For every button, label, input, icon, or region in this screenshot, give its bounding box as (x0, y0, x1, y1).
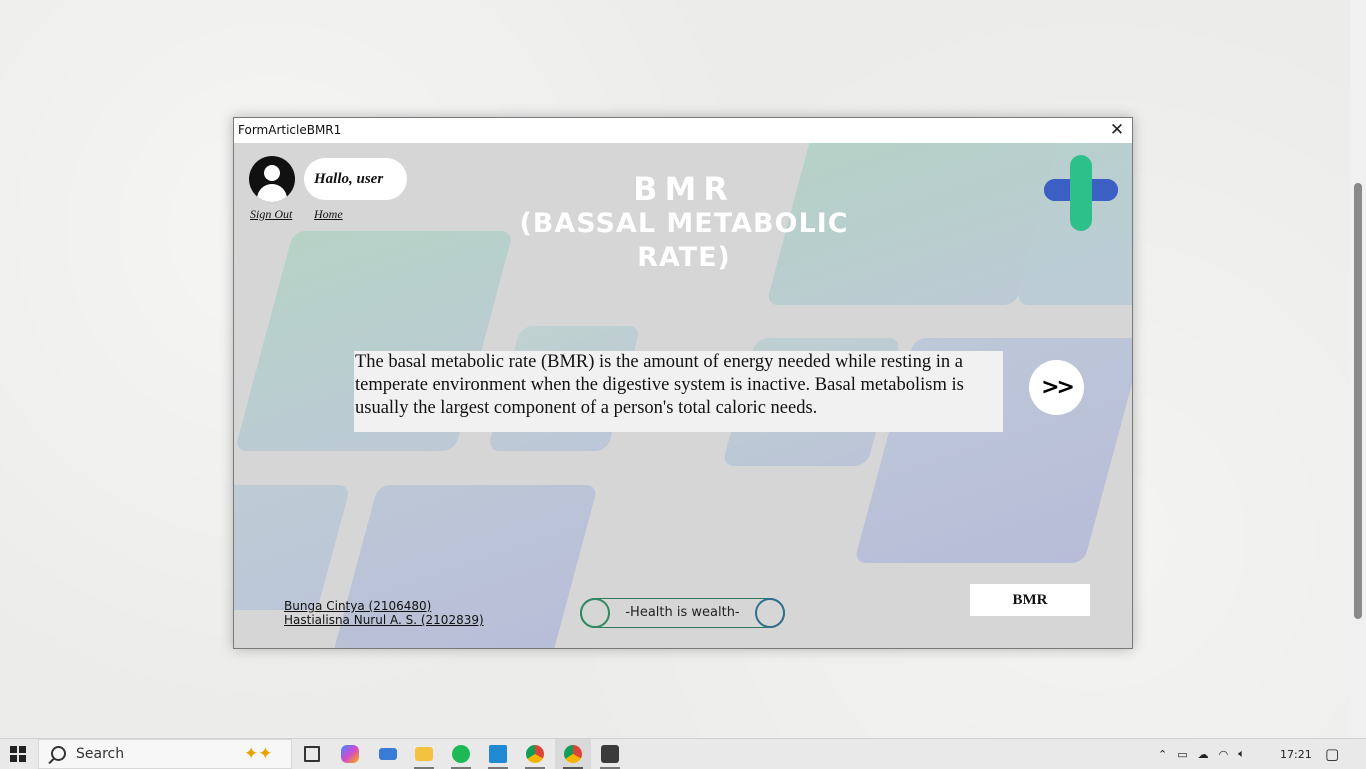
wifi-icon[interactable]: ◠ (1219, 748, 1229, 761)
volume-icon[interactable]: 🔈︎ (1238, 747, 1245, 761)
clock[interactable]: 17:21 (1280, 739, 1312, 769)
bg-shape (234, 485, 351, 610)
title-bar: FormArticleBMR1 ✕ (234, 118, 1132, 143)
page-title: BMR (BASSAL METABOLIC RATE) (504, 171, 864, 275)
desktop-scrollbar[interactable] (1350, 0, 1366, 738)
sign-out-link[interactable]: Sign Out (250, 207, 292, 222)
next-button[interactable]: >> (1029, 360, 1084, 415)
file-explorer-icon[interactable] (406, 739, 442, 769)
start-windows-icon[interactable] (0, 739, 36, 769)
credit-line: Hastialisna Nurul A. S. (2102839) (284, 613, 484, 627)
keyboard-icon[interactable] (370, 739, 406, 769)
home-link[interactable]: Home (314, 207, 343, 222)
search-icon (51, 746, 66, 761)
vscode-icon[interactable] (480, 739, 516, 769)
credits: Bunga Cintya (2106480) Hastialisna Nurul… (284, 599, 484, 627)
copilot-icon[interactable] (332, 739, 368, 769)
search-placeholder: Search (76, 746, 125, 762)
chevron-up-icon[interactable]: ⌃ (1158, 748, 1167, 761)
chrome-icon-active[interactable] (555, 739, 591, 769)
credit-line: Bunga Cintya (2106480) (284, 599, 432, 613)
greeting-label: Hallo, user (304, 158, 407, 200)
task-view-icon[interactable] (294, 739, 330, 769)
taskbar: Search ✦✦ ⌃ ▭ ☁ ◠ 🔈︎ 17:21 ▢ (0, 738, 1366, 769)
title-line-2: (BASSAL METABOLIC RATE) (519, 208, 849, 273)
battery-icon[interactable]: ▭ (1177, 748, 1187, 761)
scrollbar-thumb[interactable] (1354, 183, 1362, 619)
chrome-icon[interactable] (517, 739, 553, 769)
tray-icons[interactable]: ⌃ ▭ ☁ ◠ 🔈︎ (1158, 739, 1255, 769)
app-7zip-icon[interactable] (592, 739, 628, 769)
window-title: FormArticleBMR1 (238, 123, 342, 137)
form-window: FormArticleBMR1 ✕ Hallo, user Sign Out H… (233, 117, 1133, 649)
close-button[interactable]: ✕ (1108, 121, 1126, 139)
onedrive-icon[interactable]: ☁ (1198, 748, 1209, 761)
article-text: The basal metabolic rate (BMR) is the am… (354, 351, 1003, 432)
spotify-icon[interactable] (443, 739, 479, 769)
taskbar-search-box[interactable]: Search ✦✦ (38, 739, 292, 769)
bmr-button[interactable]: BMR (970, 584, 1090, 616)
user-avatar-icon (249, 156, 295, 202)
sparkle-icon: ✦✦ (244, 744, 273, 763)
form-client-area: Hallo, user Sign Out Home BMR (BASSAL ME… (234, 143, 1132, 648)
title-line-1: BMR (633, 170, 735, 208)
motto-badge: -Health is wealth- (580, 598, 785, 628)
motto-text: -Health is wealth- (625, 605, 740, 620)
notification-icon[interactable]: ▢ (1325, 739, 1339, 769)
medical-cross-logo-icon (1044, 155, 1118, 231)
